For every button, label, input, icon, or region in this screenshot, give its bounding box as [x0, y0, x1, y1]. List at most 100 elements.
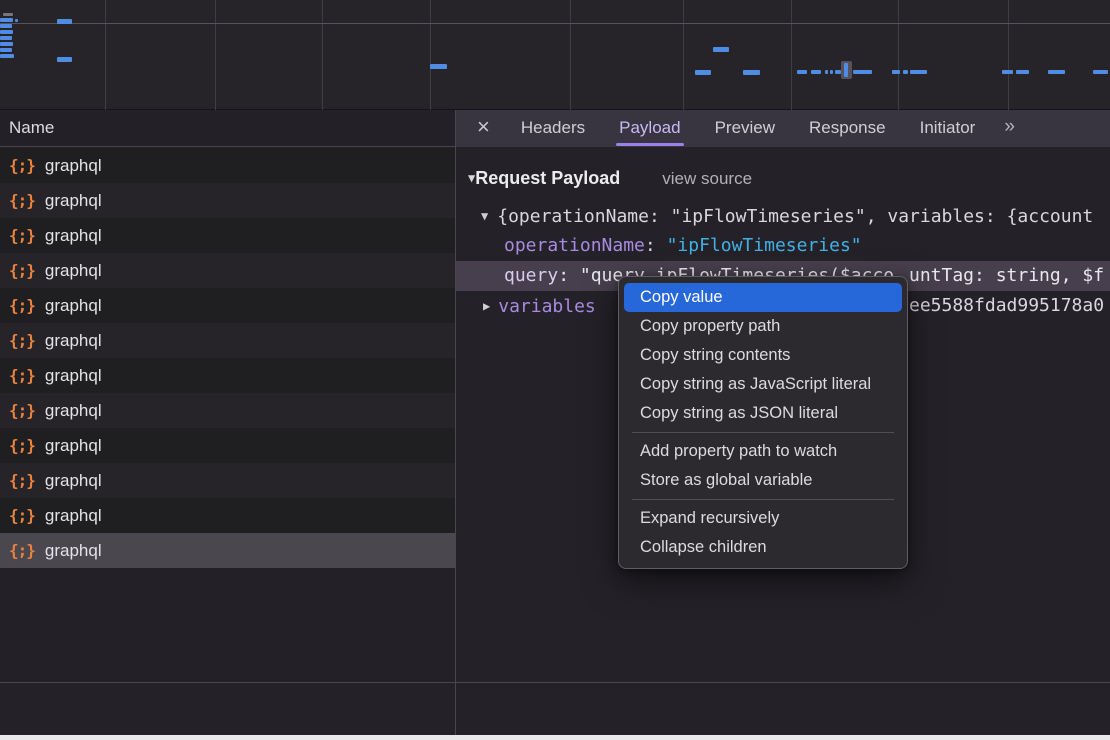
fetch-json-icon: {;} [9, 541, 35, 560]
timeline-request-bar[interactable] [825, 70, 828, 74]
timeline-request-bar[interactable] [811, 70, 821, 74]
property-key: operationName [504, 235, 645, 256]
payload-property-operationName[interactable]: operationName: "ipFlowTimeseries" [456, 231, 1110, 261]
expand-triangle-icon[interactable]: ▶ [483, 299, 490, 313]
fetch-json-icon: {;} [9, 436, 35, 455]
request-row[interactable]: {;}graphql [0, 428, 455, 463]
timeline-request-bar[interactable] [0, 24, 12, 28]
request-name: graphql [45, 226, 102, 246]
timeline-gridline [322, 0, 323, 110]
devtools-network-panel: Name {;}graphql{;}graphql{;}graphql{;}gr… [0, 0, 1110, 740]
request-row[interactable]: {;}graphql [0, 358, 455, 393]
fetch-json-icon: {;} [9, 296, 35, 315]
timeline-request-bar[interactable] [844, 63, 848, 77]
fetch-json-icon: {;} [9, 401, 35, 420]
key-separator: : [645, 235, 667, 256]
timeline-request-bar[interactable] [0, 30, 13, 34]
menu-item-expand-recursively[interactable]: Expand recursively [624, 504, 902, 533]
request-name: graphql [45, 366, 102, 386]
timeline-request-bar[interactable] [910, 70, 927, 74]
request-row[interactable]: {;}graphql [0, 183, 455, 218]
timeline-request-bar[interactable] [1016, 70, 1029, 74]
timeline-request-bar[interactable] [0, 18, 13, 22]
pane-divider[interactable] [455, 110, 456, 735]
timeline-request-bar[interactable] [3, 13, 13, 16]
view-source-link[interactable]: view source [662, 169, 752, 188]
property-key: variables [498, 296, 596, 317]
request-row[interactable]: {;} graphql [0, 498, 455, 533]
request-name: graphql [45, 541, 102, 561]
timeline-gridline [791, 0, 792, 110]
timeline-request-bar[interactable] [57, 19, 72, 24]
fetch-json-icon: {;} [9, 226, 35, 245]
timeline-request-bar[interactable] [903, 70, 908, 74]
timeline-request-bar[interactable] [892, 70, 900, 74]
timeline-request-bar[interactable] [57, 57, 72, 62]
timeline-request-bar[interactable] [0, 36, 12, 40]
network-overview-timeline[interactable] [0, 0, 1110, 110]
request-name: graphql [45, 156, 102, 176]
timeline-request-bar[interactable] [1002, 70, 1013, 74]
request-row[interactable]: {;}graphql [0, 323, 455, 358]
timeline-request-bar[interactable] [0, 54, 14, 58]
tab-response[interactable]: Response [792, 110, 903, 147]
request-row[interactable]: {;} graphql [0, 393, 455, 428]
tab-payload[interactable]: Payload [602, 110, 697, 147]
timeline-request-bar[interactable] [853, 70, 872, 74]
request-row[interactable]: {;} graphql [0, 288, 455, 323]
menu-item-copy-string-contents[interactable]: Copy string contents [624, 341, 902, 370]
detail-tab-bar: × HeadersPayloadPreviewResponseInitiator… [456, 110, 1110, 147]
key-separator: : [558, 265, 580, 286]
timeline-gridline [105, 0, 106, 110]
timeline-request-bar[interactable] [713, 47, 729, 52]
payload-root-node[interactable]: ▼{operationName: "ipFlowTimeseries", var… [456, 201, 1110, 231]
request-name: graphql [45, 191, 102, 211]
request-row[interactable]: {;} graphql [0, 533, 455, 568]
timeline-request-bar[interactable] [743, 70, 760, 75]
name-column-header[interactable]: Name [0, 110, 455, 147]
context-menu: Copy valueCopy property pathCopy string … [618, 276, 908, 569]
menu-item-copy-string-as-javascript-literal[interactable]: Copy string as JavaScript literal [624, 370, 902, 399]
property-value-right: ee5588fdad995178a0 [909, 291, 1104, 321]
request-name: graphql [45, 506, 102, 526]
footer-divider [0, 682, 1110, 683]
request-name: graphql [45, 471, 102, 491]
fetch-json-icon: {;} [9, 506, 35, 525]
request-payload-section-header: ▼Request Payloadview source [456, 161, 1110, 195]
timeline-request-bar[interactable] [0, 42, 13, 46]
menu-item-copy-string-as-json-literal[interactable]: Copy string as JSON literal [624, 399, 902, 428]
request-row[interactable]: {;}graphql [0, 253, 455, 288]
timeline-gridline [898, 0, 899, 110]
tab-initiator[interactable]: Initiator [903, 110, 993, 147]
menu-separator [632, 432, 894, 433]
timeline-request-bar[interactable] [695, 70, 711, 75]
timeline-gridline [430, 0, 431, 110]
collapse-triangle-icon[interactable]: ▼ [481, 209, 488, 223]
timeline-request-bar[interactable] [1048, 70, 1065, 74]
request-row[interactable]: {;} graphql [0, 218, 455, 253]
timeline-request-bar[interactable] [15, 19, 18, 22]
menu-item-add-property-path-to-watch[interactable]: Add property path to watch [624, 437, 902, 466]
timeline-request-bar[interactable] [1093, 70, 1108, 74]
more-tabs-icon[interactable]: » [994, 110, 1023, 147]
request-row[interactable]: {;} graphql [0, 148, 455, 183]
close-icon[interactable]: × [456, 110, 504, 147]
request-list: {;} graphql {;} graphql {;} graphql {;} graphql… [0, 148, 455, 682]
menu-item-copy-property-path[interactable]: Copy property path [624, 312, 902, 341]
tab-preview[interactable]: Preview [698, 110, 792, 147]
menu-item-copy-value[interactable]: Copy value [624, 283, 902, 312]
property-value: "ipFlowTimeseries" [667, 235, 862, 256]
fetch-json-icon: {;} [9, 156, 35, 175]
timeline-request-bar[interactable] [0, 48, 12, 52]
timeline-request-bar[interactable] [797, 70, 807, 74]
request-name: graphql [45, 401, 102, 421]
request-row[interactable]: {;} graphql [0, 463, 455, 498]
timeline-request-bar[interactable] [430, 64, 447, 69]
tab-headers[interactable]: Headers [504, 110, 602, 147]
request-name: graphql [45, 296, 102, 316]
property-key: query [504, 265, 558, 286]
fetch-json-icon: {;} [9, 471, 35, 490]
menu-item-store-as-global-variable[interactable]: Store as global variable [624, 466, 902, 495]
menu-item-collapse-children[interactable]: Collapse children [624, 533, 902, 562]
timeline-request-bar[interactable] [830, 70, 833, 74]
